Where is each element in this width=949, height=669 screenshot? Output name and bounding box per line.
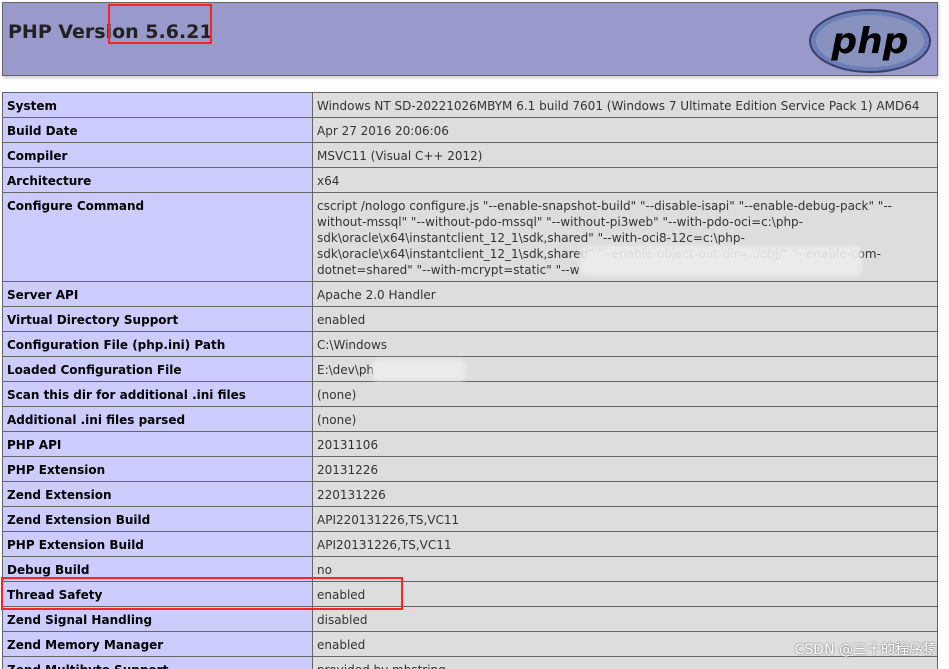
row-key: System [2,92,313,118]
row-key: PHP API [2,431,313,457]
row-value: C:\Windows [312,331,938,357]
row-key: Server API [2,281,313,307]
row-key: PHP Extension Build [2,531,313,557]
row-value: 20131106 [312,431,938,457]
phpinfo-page: PHP Version 5.6.21 php System Windows NT … [0,0,949,669]
row-key: Build Date [2,117,313,143]
row-key: Scan this dir for additional .ini files [2,381,313,407]
blur-mask-configure [580,246,862,276]
row-value: x64 [312,167,938,193]
table-row: Zend Extension Build API220131226,TS,VC11 [2,506,938,532]
row-value: no [312,556,938,582]
row-value: API220131226,TS,VC11 [312,506,938,532]
php-logo-icon: php [809,9,931,73]
table-row: Build Date Apr 27 2016 20:06:06 [2,117,938,143]
table-row: Zend Extension 220131226 [2,481,938,507]
row-key: Zend Extension Build [2,506,313,532]
thread-safety-highlight-box [1,577,403,610]
table-row: PHP API 20131106 [2,431,938,457]
row-key: Zend Memory Manager [2,631,313,657]
blur-mask-loaded-config [372,359,466,381]
row-value: MSVC11 (Visual C++ 2012) [312,142,938,168]
row-key: Zend Extension [2,481,313,507]
table-row: PHP Extension Build API20131226,TS,VC11 [2,531,938,557]
row-value: enabled [312,306,938,332]
row-value: enabled [312,581,938,607]
row-value: 20131226 [312,456,938,482]
row-key: Zend Multibyte Support [2,656,313,669]
table-row: Scan this dir for additional .ini files(… [2,381,938,407]
row-value: Windows NT SD-20221026MBYM 6.1 build 760… [312,92,938,118]
row-value: API20131226,TS,VC11 [312,531,938,557]
row-key: Configure Command [2,192,313,282]
row-value: disabled [312,606,938,632]
table-row: Compiler MSVC11 (Visual C++ 2012) [2,142,938,168]
table-row: Configuration File (php.ini) Path C:\Wind… [2,331,938,357]
row-key: Configuration File (php.ini) Path [2,331,313,357]
row-key: Virtual Directory Support [2,306,313,332]
php-logo-text: php [830,21,908,62]
row-key: Additional .ini files parsed [2,406,313,432]
table-row: Additional .ini files parsed (none) [2,406,938,432]
row-value: Apache 2.0 Handler [312,281,938,307]
table-row: System Windows NT SD-20221026MBYM 6.1 bui… [2,92,938,118]
table-row: Loaded Configuration File E:\dev\ph [2,356,938,382]
table-row: Virtual Directory Support enabled [2,306,938,332]
watermark: CSDN @三十的程序猿 [794,642,937,658]
row-value: (none) [312,381,938,407]
table-row: Zend Signal Handling disabled [2,606,938,632]
version-highlight-box [108,4,212,44]
row-value: (none) [312,406,938,432]
table-row: Server API Apache 2.0 Handler [2,281,938,307]
row-key: PHP Extension [2,456,313,482]
row-key: Compiler [2,142,313,168]
row-value: Apr 27 2016 20:06:06 [312,117,938,143]
table-row: PHP Extension 20131226 [2,456,938,482]
row-key: Zend Signal Handling [2,606,313,632]
row-value: 220131226 [312,481,938,507]
row-key: Loaded Configuration File [2,356,313,382]
row-key: Architecture [2,167,313,193]
table-row: Architecture x64 [2,167,938,193]
